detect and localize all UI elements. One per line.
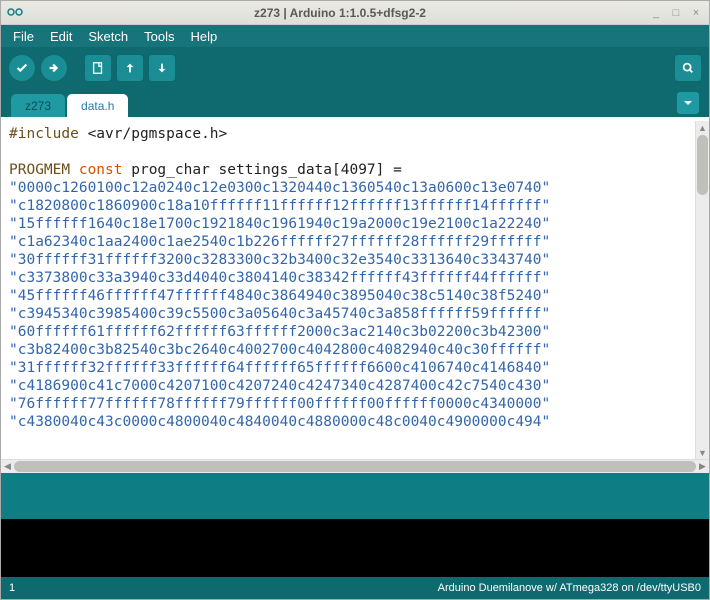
maximize-button[interactable]: □ bbox=[669, 6, 683, 20]
status-area bbox=[1, 473, 709, 519]
code-line: "c3373800c33a3940c33d4040c3804140c38342f… bbox=[9, 270, 550, 286]
code-line: "31ffffff32ffffff33ffffff64ffffff65fffff… bbox=[9, 360, 550, 376]
menu-file[interactable]: File bbox=[7, 27, 40, 46]
save-button[interactable] bbox=[149, 55, 175, 81]
code-line: "c3945340c3985400c39c5500c3a05640c3a4574… bbox=[9, 306, 550, 322]
board-port-label: Arduino Duemilanove w/ ATmega328 on /dev… bbox=[438, 582, 701, 594]
upload-button[interactable] bbox=[41, 55, 67, 81]
code-line: "c1a62340c1aa2400c1ae2540c1b226ffffff27f… bbox=[9, 234, 550, 250]
open-button[interactable] bbox=[117, 55, 143, 81]
close-button[interactable]: × bbox=[689, 6, 703, 20]
horizontal-scrollbar[interactable]: ◀ ▶ bbox=[1, 459, 709, 473]
const-keyword: const bbox=[79, 162, 123, 178]
serial-monitor-button[interactable] bbox=[675, 55, 701, 81]
tab-bar: z273 data.h bbox=[1, 89, 709, 117]
console-output[interactable] bbox=[1, 519, 709, 577]
code-line: "30ffffff31ffffff3200c3283300c32b3400c32… bbox=[9, 252, 550, 268]
minimize-button[interactable]: _ bbox=[649, 6, 663, 20]
code-line: "c3b82400c3b82540c3bc2640c4002700c404280… bbox=[9, 342, 550, 358]
scroll-thumb[interactable] bbox=[697, 135, 708, 195]
menu-bar: File Edit Sketch Tools Help bbox=[1, 25, 709, 47]
line-number: 1 bbox=[9, 582, 15, 594]
scroll-up-icon[interactable]: ▲ bbox=[696, 121, 709, 134]
code-editor[interactable]: #include <avr/pgmspace.h> PROGMEM const … bbox=[1, 121, 695, 459]
include-path: <avr/pgmspace.h> bbox=[88, 126, 228, 142]
code-line: "76ffffff77ffffff78ffffff79ffffff00fffff… bbox=[9, 396, 550, 412]
decl-rest: prog_char settings_data[4097] = bbox=[131, 162, 402, 178]
scroll-left-icon[interactable]: ◀ bbox=[1, 461, 14, 472]
toolbar bbox=[1, 47, 709, 89]
scroll-down-icon[interactable]: ▼ bbox=[696, 446, 709, 459]
arduino-app-icon bbox=[7, 5, 23, 21]
tab-z273[interactable]: z273 bbox=[11, 94, 65, 117]
menu-sketch[interactable]: Sketch bbox=[82, 27, 134, 46]
code-line: "c4186900c41c7000c4207100c4207240c424734… bbox=[9, 378, 550, 394]
menu-tools[interactable]: Tools bbox=[138, 27, 180, 46]
code-line: "c4380040c43c0000c4800040c4840040c488000… bbox=[9, 414, 550, 430]
menu-edit[interactable]: Edit bbox=[44, 27, 78, 46]
code-line: "c1820800c1860900c18a10ffffff11ffffff12f… bbox=[9, 198, 550, 214]
verify-button[interactable] bbox=[9, 55, 35, 81]
menu-help[interactable]: Help bbox=[184, 27, 223, 46]
preproc-keyword: #include bbox=[9, 126, 79, 142]
window-title: z273 | Arduino 1:1.0.5+dfsg2-2 bbox=[31, 6, 649, 20]
vertical-scrollbar[interactable]: ▲ ▼ bbox=[695, 121, 709, 459]
code-line: "45ffffff46ffffff47ffffff4840c3864940c38… bbox=[9, 288, 550, 304]
hscroll-thumb[interactable] bbox=[14, 461, 696, 472]
code-line: "60ffffff61ffffff62ffffff63ffffff2000c3a… bbox=[9, 324, 550, 340]
tab-data-h[interactable]: data.h bbox=[67, 94, 128, 117]
tab-menu-button[interactable] bbox=[677, 92, 699, 114]
code-line: "0000c1260100c12a0240c12e0300c1320440c13… bbox=[9, 180, 550, 196]
footer-bar: 1 Arduino Duemilanove w/ ATmega328 on /d… bbox=[1, 577, 709, 599]
progmem-keyword: PROGMEM bbox=[9, 162, 70, 178]
scroll-right-icon[interactable]: ▶ bbox=[696, 461, 709, 472]
new-button[interactable] bbox=[85, 55, 111, 81]
code-line: "15ffffff1640c18e1700c1921840c1961940c19… bbox=[9, 216, 550, 232]
